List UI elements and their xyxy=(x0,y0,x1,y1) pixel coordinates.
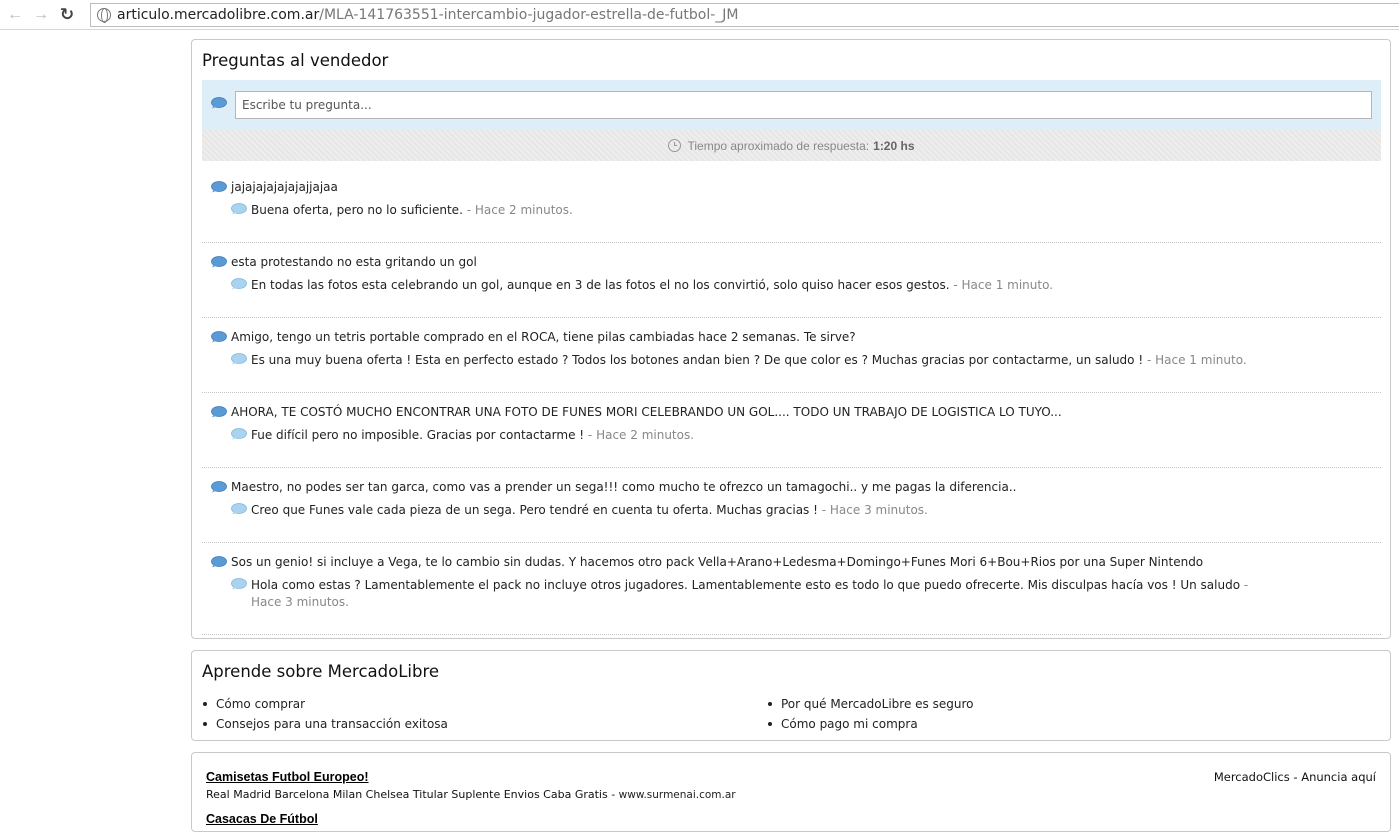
qa-item: Amigo, tengo un tetris portable comprado… xyxy=(202,318,1381,393)
qa-item: Sos un genio! si incluye a Vega, te lo c… xyxy=(202,543,1381,635)
question-row: Maestro, no podes ser tan garca, como va… xyxy=(210,480,1016,494)
learn-title: Aprende sobre MercadoLibre xyxy=(202,662,440,681)
ad-title-link[interactable]: Casacas De Fútbol xyxy=(206,812,318,826)
learn-links-right: Por qué MercadoLibre es seguro Cómo pago… xyxy=(767,694,973,734)
questions-title: Preguntas al vendedor xyxy=(202,51,389,70)
question-text: jajajajajajajajjajaa xyxy=(231,180,338,194)
ad-description-text: Real Madrid Barcelona Milan Chelsea Titu… xyxy=(206,788,616,801)
question-text: Sos un genio! si incluye a Vega, te lo c… xyxy=(231,555,1204,569)
question-bubble-icon xyxy=(211,481,227,493)
answer-text: Buena oferta, pero no lo suficiente. xyxy=(251,203,463,217)
question-bubble-icon xyxy=(211,181,227,193)
answer-text: Es una muy buena oferta ! Esta en perfec… xyxy=(251,353,1144,367)
question-text: AHORA, TE COSTÓ MUCHO ENCONTRAR UNA FOTO… xyxy=(231,405,1062,419)
address-bar[interactable]: articulo.mercadolibre.com.ar/MLA-1417635… xyxy=(90,3,1399,27)
answer-bubble-icon xyxy=(231,353,247,365)
speech-bubble-icon xyxy=(211,97,227,109)
answer-time: - Hace 3 minutos. xyxy=(821,503,928,517)
question-bubble-icon xyxy=(211,556,227,568)
answer-row: Hola como estas ? Lamentablemente el pac… xyxy=(230,577,1270,611)
why-secure-link[interactable]: Por qué MercadoLibre es seguro xyxy=(781,697,973,711)
question-row: AHORA, TE COSTÓ MUCHO ENCONTRAR UNA FOTO… xyxy=(210,405,1062,419)
mercadoclics-link[interactable]: MercadoClics - Anuncia aquí xyxy=(1214,770,1376,784)
qa-item: esta protestando no esta gritando un gol… xyxy=(202,243,1381,318)
qa-item: AHORA, TE COSTÓ MUCHO ENCONTRAR UNA FOTO… xyxy=(202,393,1381,468)
learn-link-item: Por qué MercadoLibre es seguro xyxy=(767,694,973,714)
ask-question-area xyxy=(202,80,1381,130)
question-row: jajajajajajajajjajaa xyxy=(210,180,338,194)
forward-arrow-icon[interactable]: → xyxy=(30,4,52,26)
learn-links-left: Cómo comprar Consejos para una transacci… xyxy=(202,694,448,734)
response-time-bar: Tiempo aproximado de respuesta: 1:20 hs xyxy=(202,130,1381,161)
question-input[interactable] xyxy=(235,91,1372,119)
answer-row: Creo que Funes vale cada pieza de un seg… xyxy=(230,502,1270,519)
reload-icon[interactable]: ↻ xyxy=(56,4,78,26)
question-text: Amigo, tengo un tetris portable comprado… xyxy=(231,330,856,344)
qa-item: jajajajajajajajjajaa Buena oferta, pero … xyxy=(202,168,1381,243)
learn-panel: Aprende sobre MercadoLibre Cómo comprar … xyxy=(191,650,1391,741)
response-time-value: 1:20 hs xyxy=(873,138,915,153)
question-bubble-icon xyxy=(211,406,227,418)
transaction-tips-link[interactable]: Consejos para una transacción exitosa xyxy=(216,717,448,731)
question-row: esta protestando no esta gritando un gol xyxy=(210,255,477,269)
question-row: Amigo, tengo un tetris portable comprado… xyxy=(210,330,856,344)
qa-list: jajajajajajajajjajaa Buena oferta, pero … xyxy=(202,168,1381,635)
answer-bubble-icon xyxy=(231,278,247,290)
how-to-pay-link[interactable]: Cómo pago mi compra xyxy=(781,717,918,731)
answer-row: Buena oferta, pero no lo suficiente. - H… xyxy=(230,202,1270,219)
answer-time: - Hace 2 minutos. xyxy=(587,428,695,442)
answer-row: Es una muy buena oferta ! Esta en perfec… xyxy=(230,352,1270,369)
answer-text: En todas las fotos esta celebrando un go… xyxy=(251,278,950,292)
answer-time: - Hace 1 minuto. xyxy=(1146,353,1247,367)
answer-bubble-icon xyxy=(231,428,247,440)
globe-icon xyxy=(97,8,111,23)
question-row: Sos un genio! si incluye a Vega, te lo c… xyxy=(210,555,1203,569)
answer-text: Creo que Funes vale cada pieza de un seg… xyxy=(251,503,818,517)
ad-title-link[interactable]: Camisetas Futbol Europeo! xyxy=(206,770,369,784)
answer-row: Fue difícil pero no imposible. Gracias p… xyxy=(230,427,1270,444)
ad-url[interactable]: www.surmenai.com.ar xyxy=(619,789,736,801)
how-to-buy-link[interactable]: Cómo comprar xyxy=(216,697,305,711)
answer-time: - Hace 1 minuto. xyxy=(953,278,1054,292)
back-arrow-icon[interactable]: ← xyxy=(4,4,26,26)
question-text: Maestro, no podes ser tan garca, como va… xyxy=(231,480,1017,494)
answer-bubble-icon xyxy=(231,203,247,215)
clock-icon xyxy=(668,139,682,152)
answer-row: En todas las fotos esta celebrando un go… xyxy=(230,277,1270,294)
qa-item: Maestro, no podes ser tan garca, como va… xyxy=(202,468,1381,543)
question-text: esta protestando no esta gritando un gol xyxy=(231,255,477,269)
answer-bubble-icon xyxy=(231,578,247,590)
question-bubble-icon xyxy=(211,331,227,343)
url-path: /MLA-141763551-intercambio-jugador-estre… xyxy=(319,7,739,23)
browser-toolbar: ← → ↻ articulo.mercadolibre.com.ar/MLA-1… xyxy=(0,0,1399,30)
learn-link-item: Cómo comprar xyxy=(202,694,448,714)
question-bubble-icon xyxy=(211,256,227,268)
learn-link-item: Consejos para una transacción exitosa xyxy=(202,714,448,734)
ads-panel: Camisetas Futbol Europeo! Real Madrid Ba… xyxy=(191,752,1391,832)
answer-bubble-icon xyxy=(231,503,247,515)
answer-time: - Hace 2 minutos. xyxy=(466,203,573,217)
url-domain: articulo.mercadolibre.com.ar xyxy=(117,7,320,23)
learn-link-item: Cómo pago mi compra xyxy=(767,714,973,734)
questions-panel: Preguntas al vendedor Tiempo aproximado … xyxy=(191,39,1391,639)
answer-text: Fue difícil pero no imposible. Gracias p… xyxy=(251,428,585,442)
response-time-label: Tiempo aproximado de respuesta: xyxy=(687,138,870,153)
ad-description: Real Madrid Barcelona Milan Chelsea Titu… xyxy=(206,788,736,801)
answer-text: Hola como estas ? Lamentablemente el pac… xyxy=(251,578,1241,592)
